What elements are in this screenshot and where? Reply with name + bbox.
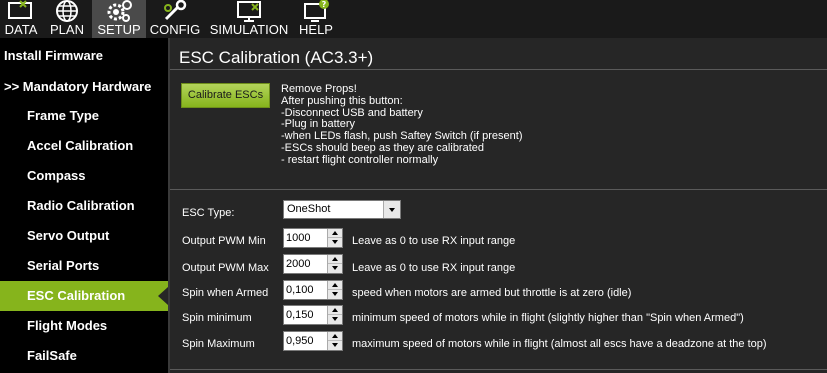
main-panel: ESC Calibration (AC3.3+) Calibrate ESCs … [170, 38, 827, 373]
toolbar-plan-button[interactable]: PLAN [42, 0, 92, 38]
esc-type-label: ESC Type: [182, 207, 235, 219]
sidebar-item-frame-type[interactable]: Frame Type [0, 101, 168, 131]
spin-maximum-label: Spin Maximum [182, 338, 255, 350]
sidebar-item-servo-output[interactable]: Servo Output [0, 221, 168, 251]
top-toolbar: DATA PLAN SETUP CONFIG SIMULATION ? HELP [0, 0, 827, 38]
sidebar-item-flight-modes[interactable]: Flight Modes [0, 311, 168, 341]
output-pwm-max-description: Leave as 0 to use RX input range [352, 262, 516, 274]
globe-icon [52, 0, 82, 23]
sidebar-item-compass[interactable]: Compass [0, 161, 168, 191]
output-pwm-max-stepper[interactable]: 2000 [283, 254, 343, 274]
section-divider-bottom [170, 369, 827, 370]
increment-arrow-icon[interactable] [328, 332, 342, 341]
decrement-arrow-icon[interactable] [328, 264, 342, 273]
sidebar: Install Firmware >> Mandatory Hardware F… [0, 38, 168, 373]
chevron-down-icon[interactable] [383, 201, 400, 218]
sidebar-item-serial-ports[interactable]: Serial Ports [0, 251, 168, 281]
toolbar-simulation-button[interactable]: SIMULATION [204, 0, 294, 38]
output-pwm-min-description: Leave as 0 to use RX input range [352, 235, 516, 247]
data-screen-icon [6, 0, 36, 23]
spin-minimum-stepper[interactable]: 0,150 [283, 305, 343, 325]
sidebar-item-radio-calibration[interactable]: Radio Calibration [0, 191, 168, 221]
toolbar-setup-button[interactable]: SETUP [92, 0, 146, 38]
spin-maximum-description: maximum speed of motors while in flight … [352, 338, 767, 350]
output-pwm-min-stepper[interactable]: 1000 [283, 228, 343, 248]
calibration-instructions: Remove Props! After pushing this button:… [281, 83, 523, 166]
spin-maximum-stepper[interactable]: 0,950 [283, 331, 343, 351]
decrement-arrow-icon[interactable] [328, 341, 342, 350]
increment-arrow-icon[interactable] [328, 255, 342, 264]
page-title: ESC Calibration (AC3.3+) [179, 48, 374, 67]
calibrate-escs-button[interactable]: Calibrate ESCs [181, 83, 270, 108]
spin-when-armed-label: Spin when Armed [182, 287, 269, 299]
monitor-icon [234, 0, 264, 23]
title-divider [170, 69, 827, 70]
output-pwm-min-label: Output PWM Min [182, 235, 266, 247]
toolbar-data-button[interactable]: DATA [0, 0, 42, 38]
decrement-arrow-icon[interactable] [328, 290, 342, 299]
sidebar-item-accel-calibration[interactable]: Accel Calibration [0, 131, 168, 161]
wrench-icon [160, 0, 190, 23]
increment-arrow-icon[interactable] [328, 229, 342, 238]
active-item-arrow-icon [158, 287, 168, 305]
decrement-arrow-icon[interactable] [328, 315, 342, 324]
help-monitor-icon: ? [301, 0, 331, 23]
output-pwm-max-label: Output PWM Max [182, 262, 269, 274]
increment-arrow-icon[interactable] [328, 281, 342, 290]
sidebar-item-failsafe[interactable]: FailSafe [0, 341, 168, 371]
gears-icon [104, 0, 134, 23]
svg-text:?: ? [322, 0, 327, 9]
spin-minimum-label: Spin minimum [182, 312, 252, 324]
toolbar-help-button[interactable]: ? HELP [294, 0, 338, 38]
sidebar-item-install-firmware[interactable]: Install Firmware [0, 41, 168, 71]
spin-when-armed-description: speed when motors are armed but throttle… [352, 287, 632, 299]
toolbar-config-button[interactable]: CONFIG [146, 0, 204, 38]
section-divider-top [170, 189, 827, 190]
sidebar-item-mandatory-hardware[interactable]: >> Mandatory Hardware [0, 72, 168, 102]
sidebar-item-esc-calibration[interactable]: ESC Calibration [0, 281, 168, 311]
esc-type-select[interactable]: OneShot [283, 200, 401, 219]
spin-minimum-description: minimum speed of motors while in flight … [352, 312, 744, 324]
decrement-arrow-icon[interactable] [328, 238, 342, 247]
increment-arrow-icon[interactable] [328, 306, 342, 315]
spin-when-armed-stepper[interactable]: 0,100 [283, 280, 343, 300]
